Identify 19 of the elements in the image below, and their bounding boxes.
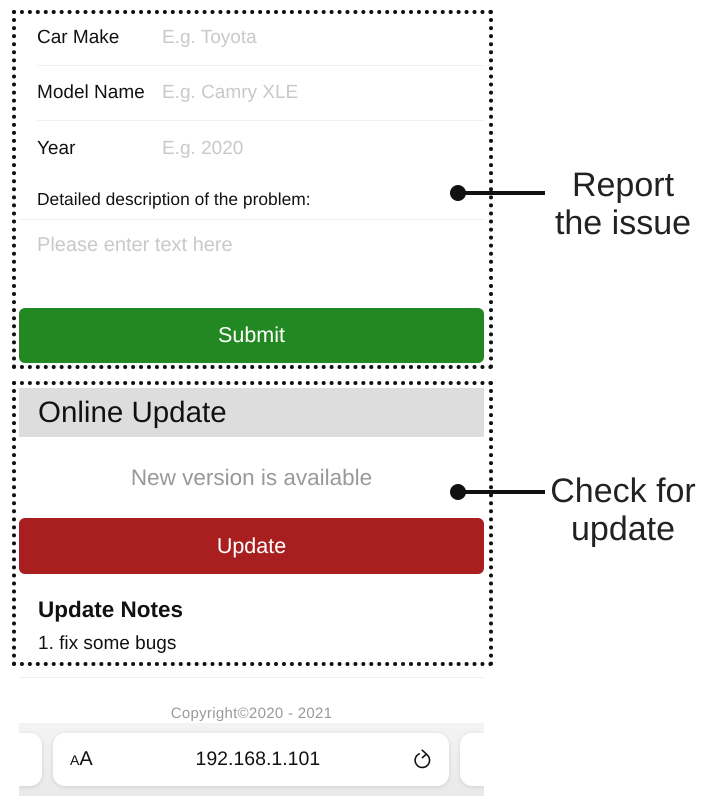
status-text: New version is available: [130, 464, 372, 490]
text-size-button[interactable]: AA: [70, 748, 93, 771]
address-bar[interactable]: AA 192.168.1.101: [53, 733, 449, 786]
callout-label: Check for update: [549, 472, 697, 548]
url-text: 192.168.1.101: [194, 748, 322, 771]
field-label: Car Make: [37, 27, 120, 49]
adjacent-tab-card[interactable]: [460, 733, 484, 786]
callout-label: Report the issue: [554, 166, 692, 242]
submit-button[interactable]: Submit: [19, 308, 484, 363]
section-title: Online Update: [38, 396, 227, 430]
field-label: Year: [37, 138, 76, 160]
reload-icon[interactable]: [413, 748, 433, 770]
update-button[interactable]: Update: [19, 518, 484, 574]
note-item: 1. fix some bugs: [38, 632, 178, 656]
field-label: Detailed description of the problem:: [37, 189, 311, 210]
notes-title: Update Notes: [38, 597, 184, 623]
field-label: Model Name: [37, 82, 146, 104]
copyright-text: Copyright©2020 - 2021: [170, 705, 332, 722]
adjacent-tab-card[interactable]: [19, 733, 42, 786]
